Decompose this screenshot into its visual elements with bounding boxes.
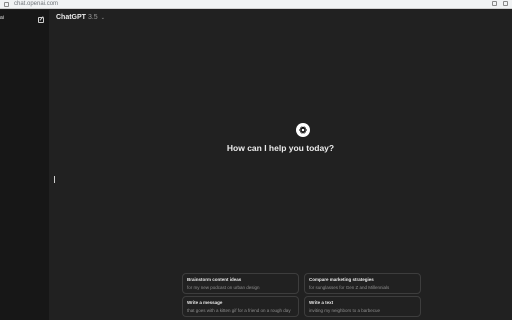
lock-icon <box>4 2 9 7</box>
suggestion-card[interactable]: Compare marketing strategies for sunglas… <box>304 273 421 294</box>
main-panel: ChatGPT 3.5 ⌄ How can I help you today? … <box>49 10 512 320</box>
extension-icon[interactable] <box>492 1 497 6</box>
suggestion-subtitle: for sunglasses for Gen Z and Millennials <box>309 285 390 290</box>
suggestion-card[interactable]: Brainstorm content ideas for my new podc… <box>182 273 299 294</box>
model-name: ChatGPT <box>56 14 86 21</box>
openai-logo-icon <box>296 123 310 137</box>
url-text[interactable]: chat.openai.com <box>14 0 58 8</box>
browser-address-bar: chat.openai.com <box>0 0 512 9</box>
chevron-down-icon: ⌄ <box>100 14 105 21</box>
suggestion-card[interactable]: Write a text inviting my neighbors to a … <box>304 296 421 317</box>
profile-icon[interactable] <box>503 1 508 6</box>
suggestion-subtitle: for my new podcast on urban design <box>187 285 260 290</box>
suggestion-title: Compare marketing strategies <box>309 277 374 282</box>
model-selector[interactable]: ChatGPT 3.5 ⌄ <box>56 14 105 21</box>
sidebar: ai <box>0 10 49 320</box>
model-version: 3.5 <box>87 14 98 21</box>
suggestion-card[interactable]: Write a message that goes with a kitten … <box>182 296 299 317</box>
browser-toolbar-icons <box>492 1 508 6</box>
new-chat-icon[interactable] <box>38 17 44 23</box>
suggestion-subtitle: that goes with a kitten gif for a friend… <box>187 308 291 313</box>
suggestion-title: Write a message <box>187 300 223 305</box>
greeting-heading: How can I help you today? <box>226 143 335 153</box>
suggestion-title: Write a text <box>309 300 334 305</box>
text-cursor <box>54 176 55 183</box>
suggestion-title: Brainstorm content ideas <box>187 277 242 282</box>
sidebar-glyph: ai <box>0 15 4 21</box>
suggestion-subtitle: inviting my neighbors to a barbecue <box>309 308 381 313</box>
